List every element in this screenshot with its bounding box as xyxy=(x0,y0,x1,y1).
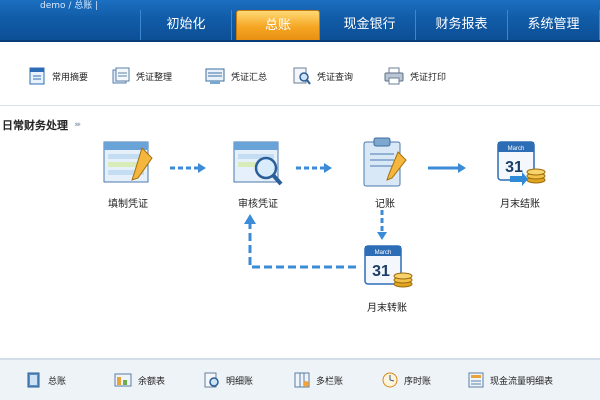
shortcut-balance[interactable]: 余额表 xyxy=(114,372,165,388)
shortcut-cashflow[interactable]: 现金流量明细表 xyxy=(468,372,553,388)
voucher-query-icon xyxy=(293,67,311,85)
toolbar-summary-button[interactable]: 常用摘要 xyxy=(28,66,88,86)
toolbar-voucher-arrange-label: 凭证整理 xyxy=(136,72,173,83)
toolbar-voucher-query-label: 凭证查询 xyxy=(317,72,354,83)
shortcut-balance-label: 余额表 xyxy=(138,376,166,387)
toolbar: 常用摘要 凭证整理 凭证汇总 凭证查询 凭证打印 xyxy=(0,44,600,106)
summary-icon xyxy=(29,67,45,85)
main-tabs: 初始化 总账 现金银行 财务报表 系统管理 xyxy=(140,10,600,40)
toolbar-voucher-print-label: 凭证打印 xyxy=(410,72,447,83)
transfer-calendar-day-text: 31 xyxy=(372,263,390,280)
flow-fill-voucher[interactable]: 填制凭证 xyxy=(98,138,158,210)
flow-posting[interactable]: 记账 xyxy=(356,136,414,210)
shortcut-chronological-label: 序时账 xyxy=(404,376,432,387)
posting-icon xyxy=(363,137,407,187)
tab-financial-reports[interactable]: 财务报表 xyxy=(416,10,508,40)
arrow-post-to-close xyxy=(428,163,466,173)
month-end-transfer-icon: March 31 xyxy=(364,245,413,288)
top-navigation-bar: demo / 总账 | 初始化 总账 现金银行 财务报表 系统管理 xyxy=(0,0,600,42)
toolbar-voucher-arrange-button[interactable]: 凭证整理 xyxy=(112,66,172,86)
chronological-icon xyxy=(382,372,398,388)
month-end-close-label: 月末结账 xyxy=(500,199,540,210)
tab-initialize[interactable]: 初始化 xyxy=(140,10,232,40)
shortcut-general-ledger[interactable]: 总账 xyxy=(26,372,66,388)
voucher-summary-icon xyxy=(205,68,225,84)
arrow-fill-to-review xyxy=(170,163,206,173)
calendar-day-text: 31 xyxy=(505,159,523,176)
flow-month-end-transfer[interactable]: March 31 月末转账 xyxy=(358,240,416,314)
shortcut-detail[interactable]: 明细账 xyxy=(204,372,253,388)
tab-general-ledger[interactable]: 总账 xyxy=(236,10,320,40)
fill-voucher-icon xyxy=(103,141,153,183)
posting-label: 记账 xyxy=(375,199,395,210)
shortcut-multi-column[interactable]: 多栏账 xyxy=(294,372,343,388)
ledger-icon xyxy=(27,372,40,388)
report-shortcut-bar: 总账 余额表 明细账 多栏账 序时账 现金流量明细表 xyxy=(0,358,600,400)
transfer-calendar-month-text: March xyxy=(375,250,392,256)
arrow-post-to-transfer xyxy=(377,210,387,240)
voucher-arrange-icon xyxy=(112,67,130,84)
balance-icon xyxy=(114,373,132,387)
review-voucher-icon xyxy=(233,141,283,186)
calendar-month-text: March xyxy=(508,146,525,152)
arrow-transfer-to-review xyxy=(244,214,356,269)
voucher-print-icon xyxy=(384,67,404,85)
detail-icon xyxy=(204,372,219,388)
multi-column-icon xyxy=(294,372,310,388)
shortcut-cashflow-label: 现金流量明细表 xyxy=(490,376,554,387)
month-end-transfer-label: 月末转账 xyxy=(367,303,407,314)
chevrons-icon: ››› xyxy=(74,120,81,130)
toolbar-voucher-print-button[interactable]: 凭证打印 xyxy=(384,66,446,86)
section-title-text: 日常财务处理 xyxy=(2,119,68,132)
review-voucher-label: 审核凭证 xyxy=(238,199,278,210)
flow-month-end-close[interactable]: March 31 月末结账 xyxy=(490,136,550,210)
tab-system-management[interactable]: 系统管理 xyxy=(508,10,600,40)
toolbar-voucher-query-button[interactable]: 凭证查询 xyxy=(293,66,353,86)
toolbar-voucher-summary-label: 凭证汇总 xyxy=(231,72,268,83)
cashflow-icon xyxy=(468,372,484,388)
arrow-review-to-post xyxy=(296,163,332,173)
section-title: 日常财务处理 ››› xyxy=(2,117,81,133)
shortcut-multi-column-label: 多栏账 xyxy=(316,376,344,387)
flow-review-voucher[interactable]: 审核凭证 xyxy=(228,138,288,210)
tab-cash-bank[interactable]: 现金银行 xyxy=(324,10,416,40)
shortcut-chronological[interactable]: 序时账 xyxy=(382,372,431,388)
toolbar-summary-label: 常用摘要 xyxy=(52,72,89,83)
fill-voucher-label: 填制凭证 xyxy=(108,199,148,210)
shortcut-general-ledger-label: 总账 xyxy=(48,376,67,387)
user-info: demo / 总账 | xyxy=(40,1,99,11)
month-end-close-icon: March 31 xyxy=(497,141,546,186)
shortcut-detail-label: 明细账 xyxy=(226,376,254,387)
toolbar-voucher-summary-button[interactable]: 凭证汇总 xyxy=(205,66,267,86)
